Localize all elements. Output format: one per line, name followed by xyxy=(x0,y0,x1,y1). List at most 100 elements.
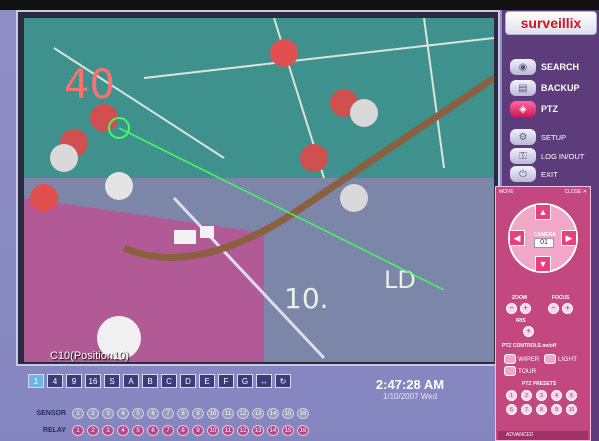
relay-button[interactable]: 15 xyxy=(282,425,294,436)
preset-button[interactable]: 7 xyxy=(521,404,532,415)
camera-label: C10(Position10) xyxy=(50,350,129,362)
ptz-direction-pad: ▲ ▼ ◀ ▶ CAMERA 01 xyxy=(508,203,578,273)
relay-row: RELAY 1 2 3 4 5 6 7 8 9 10 11 12 13 14 15 16 xyxy=(30,425,312,436)
advanced-button[interactable]: ADVANCED xyxy=(498,431,588,440)
sensor-indicator[interactable]: 7 xyxy=(162,408,174,419)
setup-button[interactable]: ⚙ SETUP xyxy=(510,129,566,145)
layout-button[interactable]: 9 xyxy=(66,374,82,388)
pan-up-button[interactable]: ▲ xyxy=(535,204,551,220)
preset-button[interactable]: 8 xyxy=(536,404,547,415)
preset-button[interactable]: 9 xyxy=(551,404,562,415)
ptz-label: PTZ xyxy=(541,104,558,114)
camera-number: 01 xyxy=(534,238,554,248)
sensor-indicator[interactable]: 9 xyxy=(192,408,204,419)
relay-button[interactable]: 4 xyxy=(117,425,129,436)
focus-near-button[interactable]: − xyxy=(548,303,559,314)
pan-left-button[interactable]: ◀ xyxy=(509,230,525,246)
relay-button[interactable]: 16 xyxy=(297,425,309,436)
zoom-out-button[interactable]: − xyxy=(506,303,517,314)
backup-label: BACKUP xyxy=(541,83,580,93)
layout-button[interactable]: ↔ xyxy=(256,374,272,388)
preset-button[interactable]: 3 xyxy=(536,390,547,401)
relay-button[interactable]: 13 xyxy=(252,425,264,436)
layout-button[interactable]: D xyxy=(180,374,196,388)
sensor-indicator[interactable]: 3 xyxy=(102,408,114,419)
sensor-indicator[interactable]: 10 xyxy=(207,408,219,419)
relay-button[interactable]: 9 xyxy=(192,425,204,436)
wiper-toggle[interactable]: WIPER xyxy=(504,354,539,364)
search-button[interactable]: ◉ SEARCH xyxy=(510,59,579,75)
pan-right-button[interactable]: ▶ xyxy=(561,230,577,246)
backup-button[interactable]: ▤ BACKUP xyxy=(510,80,580,96)
preset-button[interactable]: 2 xyxy=(521,390,532,401)
layout-button[interactable]: 4 xyxy=(47,374,63,388)
svg-text:LD: LD xyxy=(384,266,416,294)
setup-icon: ⚙ xyxy=(510,129,536,145)
sensor-indicator[interactable]: 2 xyxy=(87,408,99,419)
preset-button[interactable]: 5 xyxy=(566,390,577,401)
close-button[interactable]: CLOSE ✕ xyxy=(564,189,587,195)
sensor-indicator[interactable]: 11 xyxy=(222,408,234,419)
preset-button[interactable]: 1 xyxy=(506,390,517,401)
sensor-row: SENSOR 1 2 3 4 5 6 7 8 9 10 11 12 13 14 15 16 xyxy=(30,408,312,419)
camera-selector[interactable]: CAMERA 01 xyxy=(534,232,556,248)
sensor-indicator[interactable]: 14 xyxy=(267,408,279,419)
sensor-indicator[interactable]: 13 xyxy=(252,408,264,419)
sensor-indicator[interactable]: 5 xyxy=(132,408,144,419)
layout-button[interactable]: E xyxy=(199,374,215,388)
login-icon: ⚿ xyxy=(510,148,536,164)
sensor-indicator[interactable]: 1 xyxy=(72,408,84,419)
layout-button[interactable]: 1 xyxy=(28,374,44,388)
ptz-control-panel: MOVE CLOSE ✕ ▲ ▼ ◀ ▶ CAMERA 01 ZOOM FOCU… xyxy=(495,186,591,441)
move-handle[interactable]: MOVE xyxy=(499,189,514,195)
layout-button[interactable]: 16 xyxy=(85,374,101,388)
light-toggle[interactable]: LIGHT xyxy=(544,354,577,364)
layout-button[interactable]: F xyxy=(218,374,234,388)
zoom-in-button[interactable]: + xyxy=(520,303,531,314)
login-button[interactable]: ⚿ LOG IN/OUT xyxy=(510,148,584,164)
tour-label: TOUR xyxy=(518,367,537,375)
layout-button[interactable]: A xyxy=(123,374,139,388)
sensor-indicator[interactable]: 16 xyxy=(297,408,309,419)
relay-button[interactable]: 8 xyxy=(177,425,189,436)
exit-label: EXIT xyxy=(541,169,558,179)
sensor-indicator[interactable]: 15 xyxy=(282,408,294,419)
focus-label: FOCUS xyxy=(552,295,570,301)
iris-button[interactable]: + xyxy=(523,326,534,337)
light-icon xyxy=(544,354,556,364)
layout-button[interactable]: B xyxy=(142,374,158,388)
relay-button[interactable]: 7 xyxy=(162,425,174,436)
layout-button[interactable]: S xyxy=(104,374,120,388)
relay-button[interactable]: 12 xyxy=(237,425,249,436)
ptz-button[interactable]: ◈ PTZ xyxy=(510,101,558,117)
relay-button[interactable]: 3 xyxy=(102,425,114,436)
clock: 2:47:28 AM 1/10/2007 Wed xyxy=(370,377,450,401)
relay-button[interactable]: 11 xyxy=(222,425,234,436)
layout-button[interactable]: G xyxy=(237,374,253,388)
setup-label: SETUP xyxy=(541,132,567,142)
relay-button[interactable]: 5 xyxy=(132,425,144,436)
ptz-controls-title: PTZ CONTROLS on/off xyxy=(502,343,557,349)
arrow-left-icon: ◀ xyxy=(513,232,521,243)
layout-button[interactable]: ↻ xyxy=(275,374,291,388)
ptz-icon: ◈ xyxy=(510,101,536,117)
relay-button[interactable]: 14 xyxy=(267,425,279,436)
sensor-indicator[interactable]: 12 xyxy=(237,408,249,419)
pan-down-button[interactable]: ▼ xyxy=(535,256,551,272)
relay-button[interactable]: 6 xyxy=(147,425,159,436)
sensor-indicator[interactable]: 8 xyxy=(177,408,189,419)
preset-button[interactable]: 6 xyxy=(506,404,517,415)
layout-button[interactable]: C xyxy=(161,374,177,388)
preset-button[interactable]: 4 xyxy=(551,390,562,401)
relay-button[interactable]: 2 xyxy=(87,425,99,436)
focus-far-button[interactable]: + xyxy=(562,303,573,314)
relay-button[interactable]: 10 xyxy=(207,425,219,436)
sensor-indicator[interactable]: 6 xyxy=(147,408,159,419)
camera-video[interactable]: 40 10. LD C10(Position10) xyxy=(24,18,494,362)
exit-icon: ⏻ xyxy=(510,166,536,182)
tour-toggle[interactable]: TOUR xyxy=(504,366,536,376)
preset-button[interactable]: 10 xyxy=(566,404,577,415)
exit-button[interactable]: ⏻ EXIT xyxy=(510,166,558,182)
relay-button[interactable]: 1 xyxy=(72,425,84,436)
sensor-indicator[interactable]: 4 xyxy=(117,408,129,419)
